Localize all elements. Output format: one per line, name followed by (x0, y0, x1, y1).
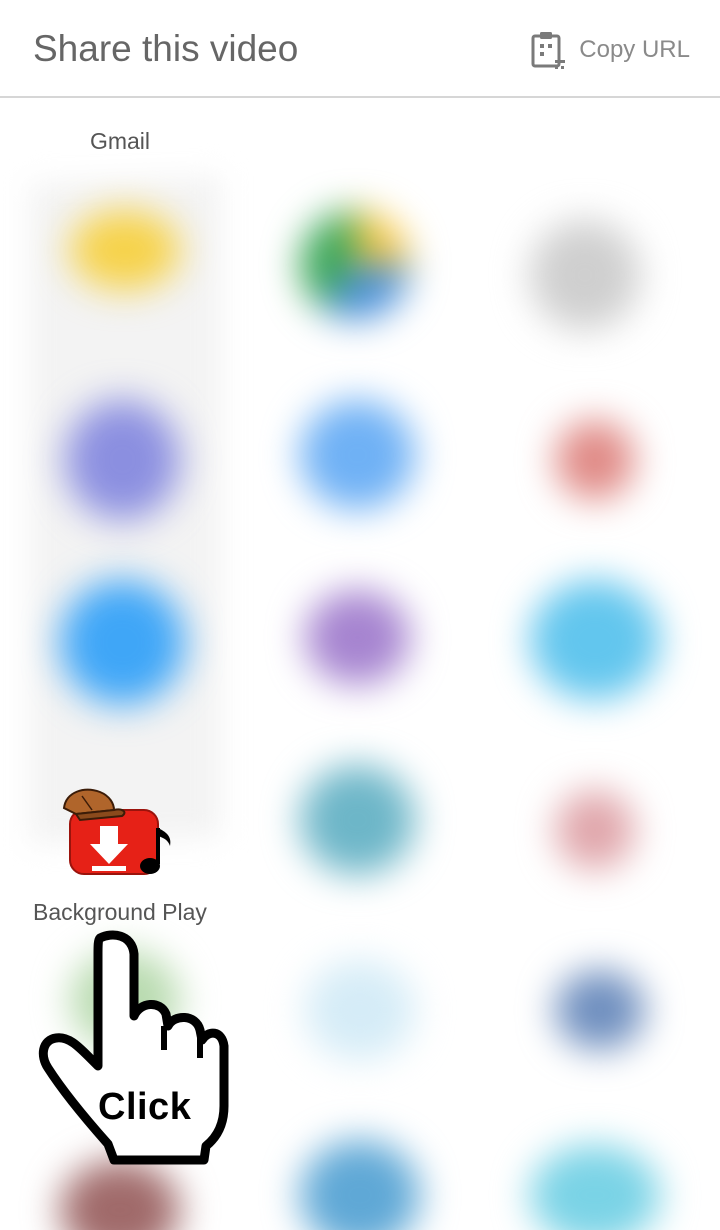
copy-url-label: Copy URL (579, 36, 690, 63)
blurred-app-icon[interactable] (305, 590, 410, 685)
blurred-app-icon[interactable] (555, 790, 635, 870)
click-hint-label: Click (98, 1086, 192, 1128)
blurred-app-icon[interactable] (555, 970, 645, 1050)
share-sheet-header: Share this video Copy URL (0, 0, 720, 98)
background-play-label: Background Play (33, 899, 207, 925)
background-play-app-icon[interactable] (62, 786, 178, 882)
gmail-label: Gmail (89, 128, 151, 154)
blurred-app-icon[interactable] (300, 1140, 420, 1230)
blurred-app-icon[interactable] (530, 580, 660, 700)
blurred-app-icon[interactable] (530, 220, 640, 330)
page-title: Share this video (33, 28, 299, 69)
blurred-app-icon[interactable] (60, 580, 185, 705)
blurred-app-icon[interactable] (300, 210, 410, 320)
blurred-app-icon[interactable] (65, 400, 180, 520)
clipboard-icon (531, 32, 566, 69)
blurred-app-icon[interactable] (530, 1145, 660, 1230)
hand-pointer-icon (38, 930, 229, 1165)
blurred-app-icon[interactable] (60, 1160, 180, 1230)
blurred-app-icon[interactable] (300, 765, 415, 875)
blurred-app-icon[interactable] (300, 400, 415, 510)
blurred-app-icon[interactable] (70, 210, 180, 290)
blurred-app-icon[interactable] (305, 960, 415, 1060)
blurred-app-icon[interactable] (555, 420, 635, 500)
copy-url-button[interactable]: Copy URL (529, 28, 690, 72)
